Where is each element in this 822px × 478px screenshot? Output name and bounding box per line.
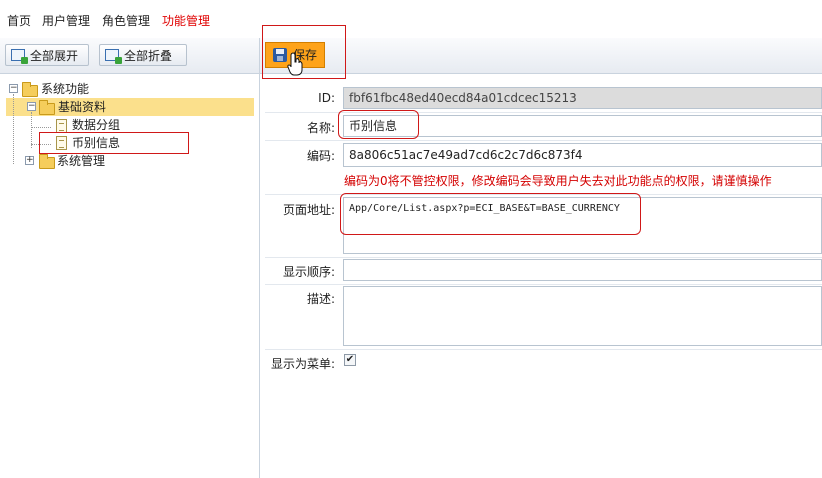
code-label-cell: 编码: <box>265 147 335 163</box>
desc-label-cell: 描述: <box>265 290 335 306</box>
tree-line <box>31 112 32 148</box>
row-separator <box>265 257 822 258</box>
tree-line <box>31 127 51 128</box>
folder-icon <box>39 154 55 169</box>
folder-icon <box>39 100 55 115</box>
annotation-box-name <box>338 110 419 139</box>
id-field: fbf61fbc48ed40ecd84a01cdcec15213 <box>343 87 822 109</box>
expand-all-button[interactable]: 全部展开 <box>5 44 89 66</box>
collapse-all-label: 全部折叠 <box>124 49 173 63</box>
id-label-cell: ID: <box>265 91 335 107</box>
tree-node-basic-data[interactable]: 基础资料 <box>58 98 106 116</box>
code-input[interactable]: 8a806c51ac7e49ad7cd6c2c7d6c873f4 <box>343 143 822 167</box>
row-separator <box>265 349 822 350</box>
name-label: 名称: <box>306 121 335 135</box>
url-label: 页面地址: <box>282 203 335 217</box>
menu-label: 显示为菜单: <box>270 357 335 371</box>
tree-expand-toggle-system[interactable]: + <box>25 156 34 165</box>
url-label-cell: 页面地址: <box>265 201 335 217</box>
annotation-box-url <box>340 193 641 235</box>
expand-tree-icon <box>11 49 28 64</box>
folder-icon <box>22 82 38 97</box>
tree-line <box>13 94 14 164</box>
document-icon <box>56 119 67 133</box>
menu-label-cell: 显示为菜单: <box>265 355 335 371</box>
desc-label: 描述: <box>306 292 335 306</box>
collapse-tree-icon <box>105 49 122 64</box>
order-input[interactable] <box>343 259 822 281</box>
collapse-all-button[interactable]: 全部折叠 <box>99 44 187 66</box>
name-label-cell: 名称: <box>265 119 335 135</box>
tree-node-root[interactable]: 系统功能 <box>41 80 89 98</box>
hand-cursor-icon <box>287 52 303 76</box>
nav-home[interactable]: 首页 <box>7 12 31 29</box>
nav-function-management[interactable]: 功能管理 <box>162 12 210 29</box>
nav-user-management[interactable]: 用户管理 <box>42 12 90 29</box>
code-warning-text: 编码为0将不管控权限，修改编码会导致用户失去对此功能点的权限，请谨慎操作 <box>344 174 772 188</box>
annotation-box-currency <box>39 132 189 154</box>
show-as-menu-checkbox[interactable]: ✔ <box>344 354 356 366</box>
top-nav: 首页 用户管理 角色管理 功能管理 <box>0 0 822 38</box>
tree-collapse-toggle-basic[interactable]: − <box>27 102 36 111</box>
row-separator <box>265 284 822 285</box>
order-label: 显示顺序: <box>282 265 335 279</box>
code-label: 编码: <box>306 149 335 163</box>
tree-toolbar: 全部展开 全部折叠 <box>0 38 259 74</box>
tree-node-system-management[interactable]: 系统管理 <box>57 152 105 170</box>
desc-textarea[interactable] <box>343 286 822 346</box>
expand-all-label: 全部展开 <box>30 49 79 63</box>
id-label: ID: <box>318 91 335 105</box>
row-separator <box>265 140 822 141</box>
nav-role-management[interactable]: 角色管理 <box>102 12 150 29</box>
order-label-cell: 显示顺序: <box>265 263 335 279</box>
tree-collapse-toggle-root[interactable]: − <box>9 84 18 93</box>
tree-panel: 全部展开 全部折叠 − 系统功能 − 基础资料 数据分组 币别信息 + 系统管理 <box>0 38 260 478</box>
